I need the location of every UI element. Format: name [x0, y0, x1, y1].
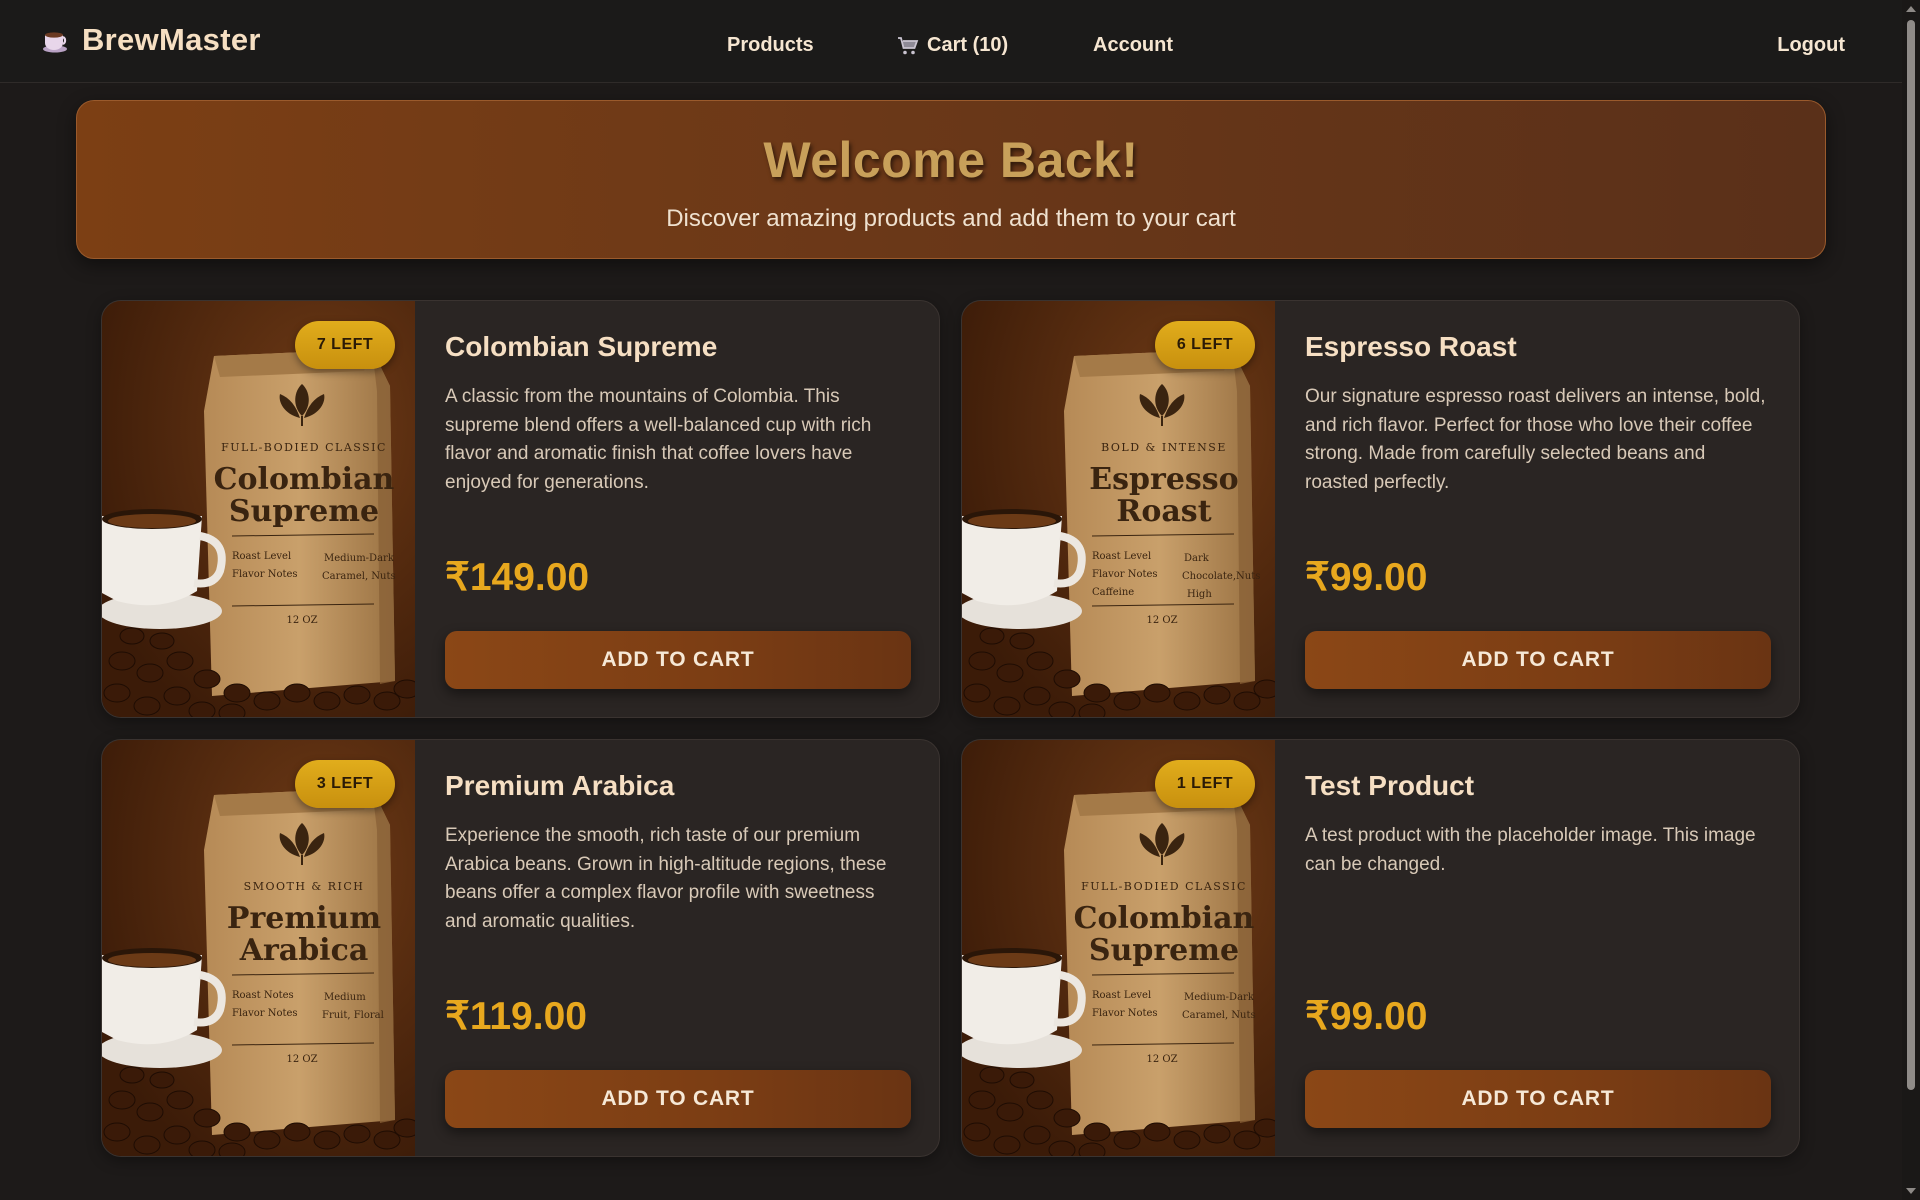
brand-name: BrewMaster — [82, 22, 261, 57]
welcome-banner: Welcome Back! Discover amazing products … — [76, 100, 1826, 259]
cart-label: Cart (10) — [927, 34, 1009, 56]
nav-cart-link[interactable]: Cart (10) — [897, 34, 1008, 57]
navbar: BrewMaster Products Cart (10) Account Lo… — [0, 0, 1902, 83]
svg-text:Colombian: Colombian — [214, 462, 395, 497]
svg-text:Chocolate,Nuts: Chocolate,Nuts — [1182, 571, 1260, 582]
svg-text:Flavor Notes: Flavor Notes — [232, 569, 298, 580]
product-description: A classic from the mountains of Colombia… — [445, 386, 872, 493]
scroll-down-icon[interactable] — [1906, 1188, 1916, 1194]
add-to-cart-button[interactable]: ADD TO CART — [445, 1070, 911, 1128]
product-info: Test Product A test product with the pla… — [1305, 770, 1771, 879]
svg-text:12 OZ: 12 OZ — [1146, 1054, 1177, 1065]
cart-icon — [897, 36, 919, 56]
svg-text:Colombian: Colombian — [1074, 901, 1255, 936]
product-description: A test product with the placeholder imag… — [1305, 825, 1756, 875]
svg-text:Caramel, Nuts: Caramel, Nuts — [322, 571, 396, 582]
nav-products-link[interactable]: Products — [727, 34, 814, 57]
product-price: ₹99.00 — [1305, 995, 1428, 1038]
nav-logout-link[interactable]: Logout — [1777, 34, 1845, 57]
svg-text:12 OZ: 12 OZ — [1146, 615, 1177, 626]
svg-text:FULL-BODIED CLASSIC: FULL-BODIED CLASSIC — [221, 441, 387, 454]
svg-text:High: High — [1187, 589, 1212, 600]
product-info: Espresso Roast Our signature espresso ro… — [1305, 331, 1771, 497]
svg-text:12 OZ: 12 OZ — [286, 1054, 317, 1065]
product-name: Premium Arabica — [445, 770, 675, 801]
product-image: BOLD & INTENSE Espresso Roast Roast Leve… — [962, 301, 1275, 717]
svg-text:SMOOTH & RICH: SMOOTH & RICH — [244, 880, 365, 893]
page-scrollbar[interactable] — [1902, 0, 1920, 1200]
svg-text:FULL-BODIED CLASSIC: FULL-BODIED CLASSIC — [1081, 880, 1247, 893]
welcome-title: Welcome Back! — [763, 132, 1139, 188]
svg-text:Roast: Roast — [1116, 494, 1211, 529]
product-name: Test Product — [1305, 770, 1475, 801]
add-to-cart-button[interactable]: ADD TO CART — [445, 631, 911, 689]
coffee-cup-icon — [40, 25, 70, 55]
svg-text:Roast Level: Roast Level — [1092, 990, 1151, 1001]
product-card: SMOOTH & RICH Premium Arabica Roast Note… — [101, 739, 940, 1157]
svg-text:Roast Level: Roast Level — [232, 551, 291, 562]
svg-text:Fruit, Floral: Fruit, Floral — [322, 1010, 384, 1021]
svg-text:Flavor Notes: Flavor Notes — [232, 1008, 298, 1019]
svg-text:Espresso: Espresso — [1089, 462, 1238, 497]
svg-text:Medium-Dark: Medium-Dark — [324, 553, 395, 564]
nav-account-link[interactable]: Account — [1093, 34, 1173, 57]
svg-text:12 OZ: 12 OZ — [286, 615, 317, 626]
product-price: ₹149.00 — [445, 556, 590, 599]
add-to-cart-button[interactable]: ADD TO CART — [1305, 1070, 1771, 1128]
product-card: FULL-BODIED CLASSIC Colombian Supreme Ro… — [961, 739, 1800, 1157]
welcome-subtitle: Discover amazing products and add them t… — [666, 205, 1236, 232]
product-name: Espresso Roast — [1305, 331, 1517, 362]
svg-text:Premium: Premium — [227, 901, 381, 936]
product-card: BOLD & INTENSE Espresso Roast Roast Leve… — [961, 300, 1800, 718]
scroll-up-icon[interactable] — [1906, 6, 1916, 12]
product-description: Our signature espresso roast delivers an… — [1305, 386, 1766, 493]
product-price: ₹119.00 — [445, 995, 587, 1038]
svg-text:Caffeine: Caffeine — [1092, 587, 1134, 598]
svg-text:Flavor Notes: Flavor Notes — [1092, 569, 1158, 580]
product-info: Premium Arabica Experience the smooth, r… — [445, 770, 911, 936]
product-image: SMOOTH & RICH Premium Arabica Roast Note… — [102, 740, 415, 1156]
svg-text:Caramel, Nuts: Caramel, Nuts — [1182, 1010, 1256, 1021]
svg-text:Supreme: Supreme — [1089, 933, 1239, 968]
svg-text:Supreme: Supreme — [229, 494, 379, 529]
svg-text:Medium: Medium — [324, 992, 366, 1003]
product-price: ₹99.00 — [1305, 556, 1428, 599]
svg-text:BOLD & INTENSE: BOLD & INTENSE — [1101, 441, 1227, 454]
stock-badge: 7 LEFT — [295, 321, 395, 369]
product-description: Experience the smooth, rich taste of our… — [445, 825, 887, 932]
svg-text:Roast Notes: Roast Notes — [232, 990, 294, 1001]
svg-text:Medium-Dark: Medium-Dark — [1184, 992, 1255, 1003]
stock-badge: 3 LEFT — [295, 760, 395, 808]
product-info: Colombian Supreme A classic from the mou… — [445, 331, 911, 497]
svg-text:Flavor Notes: Flavor Notes — [1092, 1008, 1158, 1019]
product-image: FULL-BODIED CLASSIC Colombian Supreme Ro… — [962, 740, 1275, 1156]
svg-text:Dark: Dark — [1184, 553, 1210, 564]
add-to-cart-button[interactable]: ADD TO CART — [1305, 631, 1771, 689]
stock-badge: 1 LEFT — [1155, 760, 1255, 808]
stock-badge: 6 LEFT — [1155, 321, 1255, 369]
svg-text:Roast Level: Roast Level — [1092, 551, 1151, 562]
brand-logo[interactable]: BrewMaster — [40, 22, 261, 58]
scroll-thumb[interactable] — [1907, 20, 1915, 1090]
svg-text:Arabica: Arabica — [239, 933, 369, 968]
product-card: FULL-BODIED CLASSIC Colombian Supreme Ro… — [101, 300, 940, 718]
product-name: Colombian Supreme — [445, 331, 718, 362]
product-image: FULL-BODIED CLASSIC Colombian Supreme Ro… — [102, 301, 415, 717]
